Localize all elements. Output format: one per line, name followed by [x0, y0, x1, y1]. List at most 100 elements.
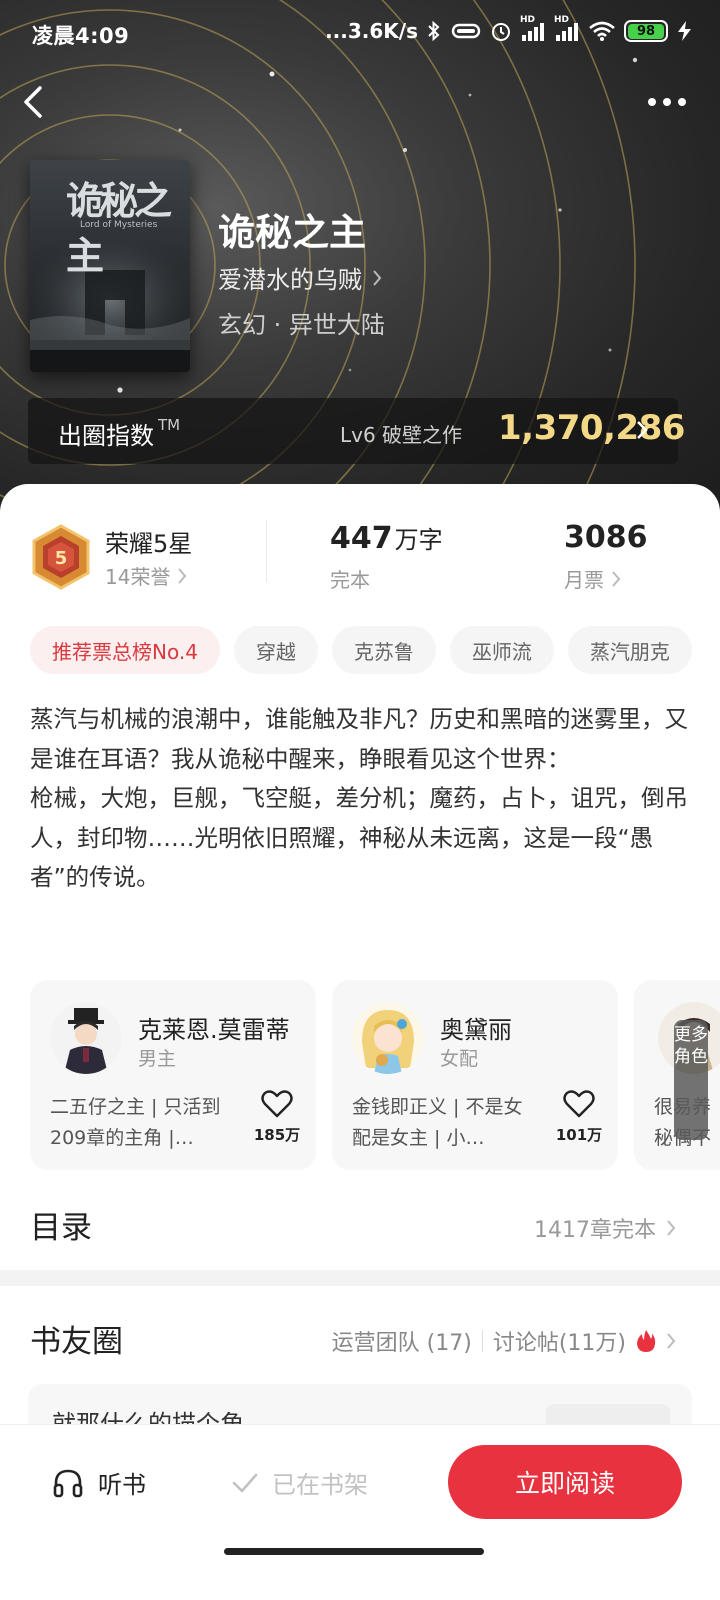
operations-team[interactable]: 运营团队 (17) [332, 1325, 472, 1357]
status-bar: 凌晨4:09 ...3.6K/s HD HD 98 [0, 0, 720, 70]
character-card-partial[interactable]: 很易养 秘偶不 更多角色 [634, 980, 720, 1170]
headphones-icon [53, 1469, 83, 1497]
character-description: 金钱即正义 | 不是女配是女主 | 小… [352, 1096, 523, 1149]
like-count: 185万 [253, 1126, 301, 1144]
character-description: 二五仔之主 | 只活到209章的主角 |… [50, 1096, 221, 1149]
book-circle-title: 书友圈 [30, 1324, 123, 1360]
honor-medal-icon: 5 [32, 524, 90, 590]
trademark: TM [158, 416, 181, 434]
like-count: 101万 [555, 1126, 603, 1144]
chevron-right-icon [178, 567, 187, 584]
author-name: 爱潜水的乌贼 [218, 266, 362, 294]
chuquan-score: 1,370,286 [498, 408, 685, 448]
monthly-votes-label: 月票 [564, 568, 604, 592]
hd-label-2: HD [554, 15, 570, 25]
hd-label-1: HD [520, 15, 536, 25]
listen-label: 听书 [98, 1471, 146, 1499]
chevron-left-icon [24, 86, 42, 118]
status-time: 凌晨4:09 [32, 24, 130, 48]
heart-icon [261, 1090, 293, 1118]
tag-item[interactable]: 蒸汽朋克 [567, 626, 692, 674]
character-card[interactable]: 克莱恩.莫雷蒂 男主 二五仔之主 | 只活到209章的主角 |… 185万 [30, 980, 316, 1170]
book-description[interactable]: 蒸汽与机械的浪潮中，谁能触及非凡？历史和黑暗的迷雾里，又是谁在耳语？我从诡秘中醒… [30, 700, 690, 898]
character-name: 奥黛丽 [440, 1016, 512, 1044]
tag-item[interactable]: 穿越 [233, 626, 318, 674]
tag-ranking[interactable]: 推荐票总榜No.4 [30, 626, 220, 674]
bluetooth-icon [428, 20, 440, 42]
book-circle-header[interactable]: 书友圈 运营团队 (17) 讨论帖(11万) [0, 1286, 720, 1386]
character-avatar [352, 1002, 424, 1074]
stats-divider [266, 520, 267, 582]
book-stats: 5 荣耀5星 14荣誉 447万字 完本 3086 月票 [0, 484, 720, 609]
character-role: 女配 [440, 1048, 479, 1070]
book-circle-info: 运营团队 (17) 讨论帖(11万) [332, 1325, 676, 1357]
read-now-button[interactable]: 立即阅读 [448, 1445, 682, 1519]
character-card[interactable]: 奥黛丽 女配 金钱即正义 | 不是女配是女主 | 小… 101万 [332, 980, 618, 1170]
chevron-right-icon [667, 1220, 676, 1236]
status-icons: ...3.6K/s HD HD 98 [325, 15, 694, 43]
toc-chapter-info: 1417章完本 [534, 1212, 676, 1244]
toc-chapter-count: 1417章完本 [534, 1218, 656, 1243]
honor-count: 14荣誉 [105, 565, 171, 589]
chevron-right-icon [637, 421, 648, 439]
book-header: 凌晨4:09 ...3.6K/s HD HD 98 诡秘之主 Lord of M… [0, 0, 720, 520]
more-dot [663, 98, 671, 106]
chuquan-label: 出圈指数 TM [58, 416, 181, 450]
medal-number: 5 [55, 548, 68, 569]
discussion-posts[interactable]: 讨论帖(11万) [493, 1325, 626, 1357]
author-link[interactable]: 爱潜水的乌贼 [218, 260, 382, 295]
chevron-right-icon [612, 570, 621, 587]
tag-item[interactable]: 巫师流 [449, 626, 554, 674]
back-button[interactable] [16, 82, 52, 122]
monthly-votes-count: 3086 [564, 520, 648, 555]
on-shelf-button[interactable]: 已在书架 [232, 1465, 368, 1500]
honor-title: 荣耀5星 [105, 530, 193, 558]
heart-icon [563, 1090, 595, 1118]
info-separator [481, 1330, 483, 1352]
like-button[interactable]: 185万 [252, 1090, 302, 1145]
chevron-right-icon [373, 269, 382, 286]
more-roles-button[interactable]: 更多角色 [674, 1020, 708, 1140]
character-avatar [50, 1002, 122, 1074]
chuquan-level: Lv6 破壁之作 [340, 423, 463, 447]
description-paragraph-1: 蒸汽与机械的浪潮中，谁能触及非凡？历史和黑暗的迷雾里，又是谁在耳语？我从诡秘中醒… [30, 705, 688, 773]
tag-list: 推荐票总榜No.4 穿越 克苏鲁 巫师流 蒸汽朋克 [30, 626, 692, 674]
book-cover[interactable]: 诡秘之主 Lord of Mysteries [30, 160, 190, 372]
charging-icon [678, 21, 691, 41]
character-role: 男主 [138, 1048, 177, 1070]
listen-button[interactable]: 听书 [52, 1465, 146, 1500]
chuquan-index-bar[interactable]: 出圈指数 TM Lv6 破壁之作 1,370,286 [28, 398, 685, 464]
more-dot [648, 98, 656, 106]
section-divider [0, 1270, 720, 1286]
monthly-votes-link[interactable]: 月票 [564, 564, 621, 593]
bottom-action-bar: 听书 已在书架 立即阅读 [0, 1424, 720, 1600]
wifi-icon [589, 21, 615, 41]
character-carousel: 克莱恩.莫雷蒂 男主 二五仔之主 | 只活到209章的主角 |… 185万 奥黛… [30, 980, 720, 1170]
word-count: 447万字 [330, 521, 443, 556]
chevron-right-icon [667, 1333, 676, 1349]
home-indicator[interactable] [224, 1548, 484, 1555]
book-genre: 玄幻 · 异世大陆 [218, 311, 385, 339]
more-button[interactable] [648, 88, 694, 116]
cover-subtitle: Lord of Mysteries [80, 220, 158, 230]
book-title: 诡秘之主 [218, 210, 366, 254]
toc-title: 目录 [30, 1210, 92, 1246]
more-dot [678, 98, 686, 106]
character-name: 克莱恩.莫雷蒂 [138, 1016, 290, 1044]
table-of-contents-row[interactable]: 目录 1417章完本 [0, 1190, 720, 1268]
like-button[interactable]: 101万 [554, 1090, 604, 1145]
fire-icon [637, 1330, 656, 1352]
honor-count-link[interactable]: 14荣誉 [105, 561, 187, 590]
character-portrait-icon [50, 1002, 122, 1074]
network-speed: ...3.6K/s [325, 19, 418, 43]
word-count-unit: 万字 [394, 526, 443, 554]
shelf-label: 已在书架 [272, 1471, 368, 1499]
tag-item[interactable]: 克苏鲁 [331, 626, 436, 674]
alarm-icon [492, 23, 510, 41]
description-paragraph-2: 枪械，大炮，巨舰，飞空艇，差分机；魔药，占卜，诅咒，倒吊人，封印物……光明依旧照… [30, 784, 688, 891]
check-icon [232, 1473, 258, 1492]
battery-icon: 98 [624, 20, 668, 42]
battery-level: 98 [628, 23, 664, 39]
vibrate-icon [451, 23, 481, 39]
character-portrait-icon [352, 1002, 424, 1074]
